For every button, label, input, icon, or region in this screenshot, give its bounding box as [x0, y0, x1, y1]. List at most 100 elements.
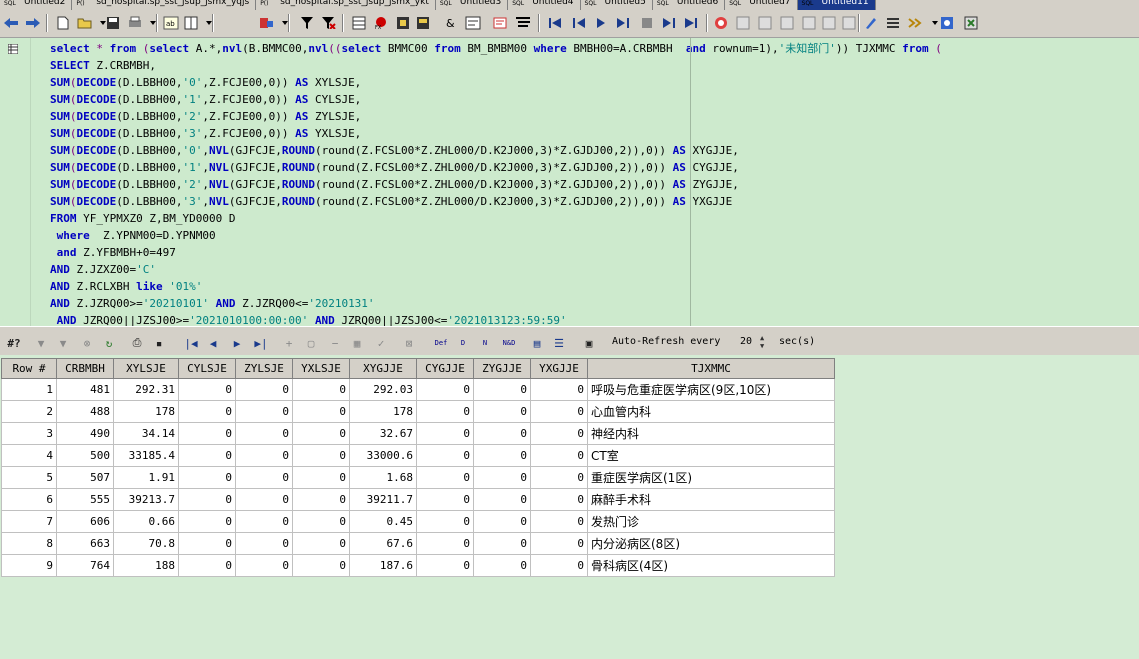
- table-cell[interactable]: 7: [1, 510, 57, 533]
- column-header[interactable]: XYLSJE: [113, 358, 179, 379]
- table-cell[interactable]: 1: [1, 378, 57, 401]
- table-cell[interactable]: 0: [178, 422, 236, 445]
- table-cell[interactable]: 0: [530, 444, 588, 467]
- tab-3[interactable]: SQL Untitled3: [436, 0, 509, 10]
- table-cell[interactable]: 2: [1, 400, 57, 423]
- code-line[interactable]: select * from (select A.*,nvl(B.BMMC00,n…: [50, 40, 942, 57]
- code-line[interactable]: and Z.YFBMBH+0=497: [50, 244, 942, 261]
- table-cell[interactable]: 1.68: [349, 466, 417, 489]
- table-cell[interactable]: 发热门诊: [587, 510, 835, 533]
- column-header[interactable]: YXLSJE: [292, 358, 350, 379]
- next-record-icon[interactable]: [614, 14, 632, 32]
- table-cell[interactable]: 488: [56, 400, 114, 423]
- cancel-icon[interactable]: ⊗: [78, 334, 96, 352]
- code-line[interactable]: SUM(DECODE(D.LBBH00,'1',Z.FCJE00,0)) AS …: [50, 91, 942, 108]
- table-cell[interactable]: 0: [178, 532, 236, 555]
- column-header[interactable]: ZYLSJE: [235, 358, 293, 379]
- code-line[interactable]: SUM(DECODE(D.LBBH00,'0',Z.FCJE00,0)) AS …: [50, 74, 942, 91]
- table-cell[interactable]: 0: [416, 444, 474, 467]
- print-setup-icon[interactable]: [126, 14, 144, 32]
- code-line[interactable]: FROM YF_YPMXZ0 Z,BM_YD0000 D: [50, 210, 942, 227]
- table-cell[interactable]: 6: [1, 488, 57, 511]
- table-cell[interactable]: 0: [473, 444, 531, 467]
- tab-5[interactable]: SQL Untitled5: [581, 0, 653, 10]
- code-line[interactable]: SUM(DECODE(D.LBBH00,'3',NVL(GJFCJE,ROUND…: [50, 193, 942, 210]
- split-view-icon[interactable]: [182, 14, 200, 32]
- table-row[interactable]: 2 488 178 0 0 0 178 0 0 0 心血管内科: [1, 400, 835, 423]
- table-cell[interactable]: 0: [530, 488, 588, 511]
- table-cell[interactable]: 0: [473, 554, 531, 577]
- fetch-all-icon[interactable]: ▣: [580, 334, 598, 352]
- table-cell[interactable]: 0: [235, 554, 293, 577]
- table-cell[interactable]: 0: [292, 400, 350, 423]
- table-cell[interactable]: 33000.6: [349, 444, 417, 467]
- table-cell[interactable]: 555: [56, 488, 114, 511]
- last-row-icon[interactable]: ▶|: [252, 334, 270, 352]
- table-cell[interactable]: 490: [56, 422, 114, 445]
- table-row[interactable]: 1 481 292.31 0 0 0 292.03 0 0 0 呼吸与危重症医学病区(9区,10区): [1, 378, 835, 401]
- table-cell[interactable]: 心血管内科: [587, 400, 835, 423]
- table-cell[interactable]: 0: [292, 466, 350, 489]
- table-cell[interactable]: 0: [530, 466, 588, 489]
- clear-filter-icon[interactable]: [320, 14, 338, 32]
- code-line[interactable]: SUM(DECODE(D.LBBH00,'3',Z.FCJE00,0)) AS …: [50, 125, 942, 142]
- table-cell[interactable]: 9: [1, 554, 57, 577]
- table-cell[interactable]: 重症医学病区(1区): [587, 466, 835, 489]
- table-cell[interactable]: 0: [292, 532, 350, 555]
- previous-record-icon[interactable]: [570, 14, 588, 32]
- number-format-button[interactable]: N: [476, 334, 494, 352]
- table-cell[interactable]: 8: [1, 532, 57, 555]
- date-format-button[interactable]: D: [454, 334, 472, 352]
- table-cell[interactable]: 0: [178, 488, 236, 511]
- table-cell[interactable]: 0.45: [349, 510, 417, 533]
- tab-7[interactable]: SQL Untitled7: [725, 0, 798, 10]
- column-header[interactable]: CYLSJE: [178, 358, 236, 379]
- column-header[interactable]: CYGJJE: [416, 358, 474, 379]
- code-line[interactable]: AND Z.RCLXBH like '01%': [50, 278, 942, 295]
- first-row-icon[interactable]: |◀: [182, 334, 200, 352]
- table-cell[interactable]: 39213.7: [113, 488, 179, 511]
- table-cell[interactable]: 0: [235, 532, 293, 555]
- table-cell[interactable]: 0: [235, 378, 293, 401]
- code-line[interactable]: SUM(DECODE(D.LBBH00,'1',NVL(GJFCJE,ROUND…: [50, 159, 942, 176]
- table-cell[interactable]: 70.8: [113, 532, 179, 555]
- single-record-view-icon[interactable]: ☰: [550, 334, 568, 352]
- abc-format-icon[interactable]: [464, 14, 482, 32]
- table-cell[interactable]: 0: [473, 488, 531, 511]
- table-cell[interactable]: 0: [530, 510, 588, 533]
- filter-icon[interactable]: ▼: [32, 334, 50, 352]
- object-browser-icon[interactable]: [258, 14, 276, 32]
- stop-icon[interactable]: [638, 14, 656, 32]
- table-cell[interactable]: 32.67: [349, 422, 417, 445]
- table-cell[interactable]: 500: [56, 444, 114, 467]
- abc-icon[interactable]: ab: [162, 14, 180, 32]
- export-icon[interactable]: [800, 14, 818, 32]
- table-cell[interactable]: 1.91: [113, 466, 179, 489]
- commit-icon[interactable]: [414, 14, 432, 32]
- double-chevron-icon[interactable]: [906, 14, 924, 32]
- save-grid-icon[interactable]: ▪: [150, 334, 168, 352]
- table-cell[interactable]: 0: [473, 532, 531, 555]
- table-cell[interactable]: 0: [292, 554, 350, 577]
- table-cell[interactable]: 4: [1, 444, 57, 467]
- column-header[interactable]: XYGJJE: [349, 358, 417, 379]
- execute-grid-icon[interactable]: [350, 14, 368, 32]
- tab-4[interactable]: SQL Untitled4: [508, 0, 581, 10]
- dropdown-arrow-icon[interactable]: [200, 14, 218, 32]
- result-grid[interactable]: Row # CRBMBH XYLSJE CYLSJE ZYLSJE YXLSJE XYGJJ…: [1, 358, 835, 577]
- code-line[interactable]: AND JZRQ00||JZSJ00>='2021010100:00:00' A…: [50, 312, 942, 326]
- delete-row-icon[interactable]: −: [326, 334, 344, 352]
- table-cell[interactable]: 3: [1, 422, 57, 445]
- clear-icon[interactable]: ⊠: [400, 334, 418, 352]
- column-header[interactable]: ZYGJJE: [473, 358, 531, 379]
- table-cell[interactable]: 0: [416, 422, 474, 445]
- table-cell[interactable]: 34.14: [113, 422, 179, 445]
- table-cell[interactable]: 0: [235, 422, 293, 445]
- table-cell[interactable]: 5: [1, 466, 57, 489]
- table-cell[interactable]: 骨科病区(4区): [587, 554, 835, 577]
- def-format-button[interactable]: Def: [430, 334, 452, 352]
- code-line[interactable]: AND Z.JZRQ00>='20210101' AND Z.JZRQ00<='…: [50, 295, 942, 312]
- table-cell[interactable]: 0: [178, 466, 236, 489]
- table-cell[interactable]: 764: [56, 554, 114, 577]
- tab-1[interactable]: P() sd_hospital.sp_sst_jsup_jsmx_yqjs: [72, 0, 257, 10]
